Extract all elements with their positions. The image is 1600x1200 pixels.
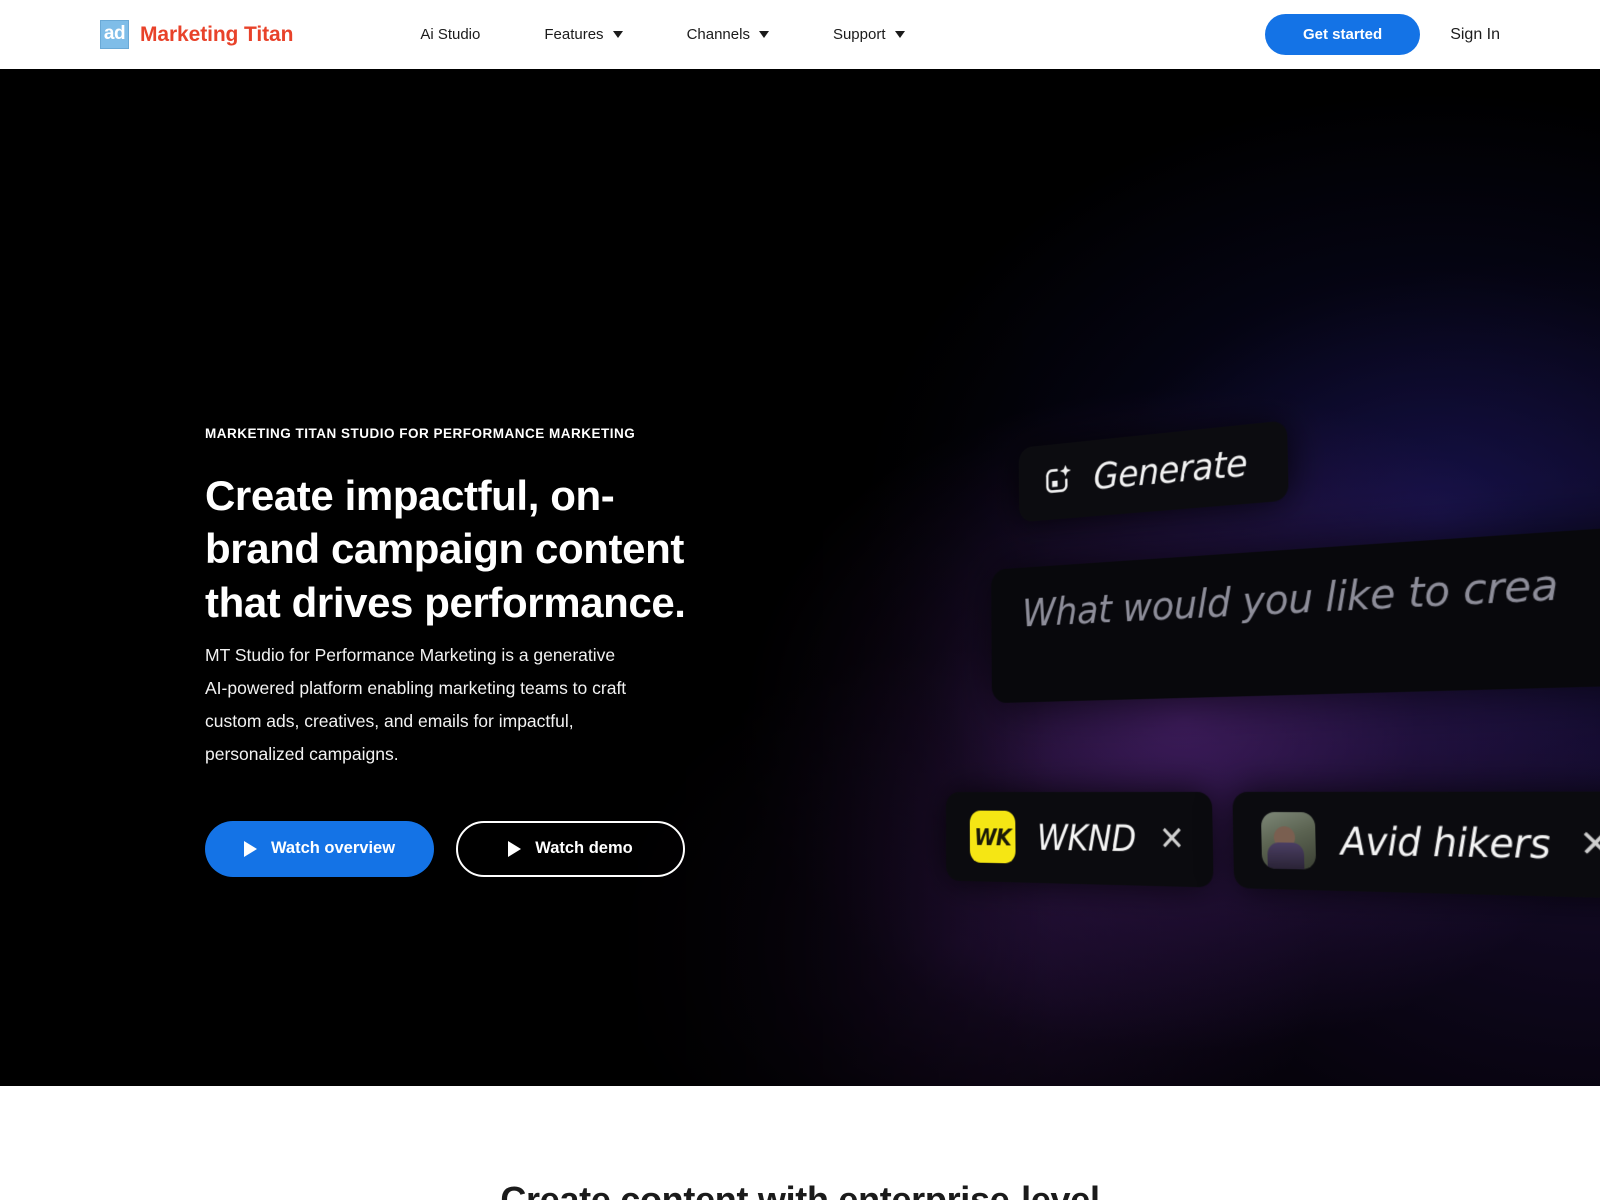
ad-logo-icon: ad xyxy=(100,20,129,49)
nav-item-support[interactable]: Support xyxy=(833,20,905,49)
chevron-down-icon xyxy=(758,31,769,38)
nav-label: Features xyxy=(544,26,604,43)
chevron-down-icon xyxy=(612,31,623,38)
sparkle-generate-icon xyxy=(1043,464,1075,499)
watch-demo-label: Watch demo xyxy=(535,839,633,858)
main-nav: Ai Studio Features Channels Support xyxy=(420,20,905,49)
play-icon xyxy=(243,840,257,857)
generate-label: Generate xyxy=(1093,441,1248,498)
tag-chip-wknd[interactable]: WK WKND ✕ xyxy=(945,791,1214,888)
prompt-input[interactable]: What would you like to crea xyxy=(991,512,1600,704)
watch-overview-button[interactable]: Watch overview xyxy=(205,820,434,877)
page-title: Create impactful, on-brand campaign cont… xyxy=(205,472,686,626)
nav-item-features[interactable]: Features xyxy=(544,20,623,49)
tag-chip-avid-hikers[interactable]: Avid hikers ✕ xyxy=(1231,791,1600,899)
nav-item-channels[interactable]: Channels xyxy=(687,20,769,49)
prompt-placeholder-text: What would you like to crea xyxy=(1022,559,1560,636)
hero-eyebrow: MARKETING TITAN STUDIO FOR PERFORMANCE M… xyxy=(205,426,636,441)
brand-name: Marketing Titan xyxy=(140,22,294,46)
site-header: ad Marketing Titan Ai Studio Features Ch… xyxy=(0,0,1600,69)
hero-product-art: Generate What would you like to crea WK … xyxy=(880,369,1600,929)
watch-overview-label: Watch overview xyxy=(270,839,396,858)
features-intro-section: Create content with enterprise-level xyxy=(0,1086,1600,1200)
close-icon[interactable]: ✕ xyxy=(1159,819,1185,859)
tag-label: WKND xyxy=(1036,817,1137,860)
nav-label: Support xyxy=(832,26,886,43)
play-icon xyxy=(508,840,522,857)
tag-label: Avid hikers xyxy=(1340,819,1551,868)
hero-copy-block: MARKETING TITAN STUDIO FOR PERFORMANCE M… xyxy=(205,426,725,877)
close-icon[interactable]: ✕ xyxy=(1578,822,1600,867)
generate-button[interactable]: Generate xyxy=(1018,420,1290,523)
chevron-down-icon xyxy=(894,31,905,38)
sign-in-link[interactable]: Sign In xyxy=(1450,26,1500,44)
nav-item-ai-studio[interactable]: Ai Studio xyxy=(420,20,480,49)
nav-label: Ai Studio xyxy=(420,26,481,43)
selected-tags-row: WK WKND ✕ Avid hikers ✕ xyxy=(945,791,1600,899)
section-title: Create content with enterprise-level xyxy=(500,1179,1100,1200)
wknd-logo-icon: WK xyxy=(969,810,1016,864)
hero-section: Generate What would you like to crea WK … xyxy=(0,69,1600,1086)
header-actions: Get started Sign In xyxy=(1264,14,1500,55)
brand-logo[interactable]: ad Marketing Titan xyxy=(100,20,293,49)
avatar xyxy=(1260,811,1316,870)
nav-label: Channels xyxy=(686,26,750,43)
get-started-button[interactable]: Get started xyxy=(1264,14,1421,55)
hero-cta-group: Watch overview Watch demo xyxy=(205,820,725,877)
hero-subtitle: MT Studio for Performance Marketing is a… xyxy=(205,644,627,764)
watch-demo-button[interactable]: Watch demo xyxy=(456,820,685,877)
